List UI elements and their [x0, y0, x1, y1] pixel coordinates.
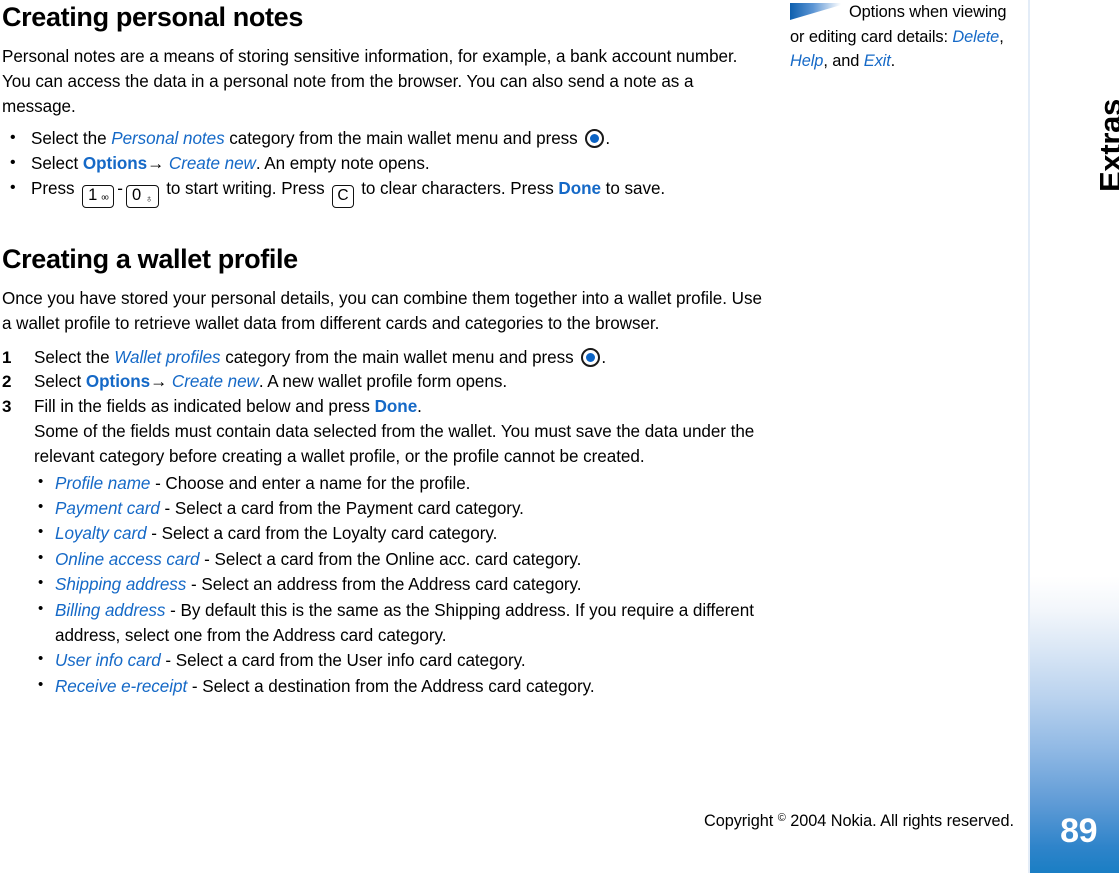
key-digit: 1: [88, 185, 98, 204]
keypad-key-1-icon: 1 ᵒᵒ: [82, 184, 115, 208]
scroll-key-icon: [585, 129, 605, 149]
field-description: - Select a card from the Payment card ca…: [159, 498, 524, 518]
field-description: - Select an address from the Address car…: [186, 575, 582, 595]
arrow-icon: →: [150, 372, 168, 392]
step-number: 2: [2, 372, 12, 392]
wallet-profile-step-list: 1 Select the Wallet profiles category fr…: [2, 346, 764, 700]
keypad-key-0-icon: 0 ♁: [125, 184, 159, 208]
wallet-profile-field-list: Profile name - Choose and enter a name f…: [34, 469, 764, 700]
ui-term-delete: Delete: [952, 27, 1000, 46]
bullet-text-mid: category from the main wallet menu and p…: [224, 129, 583, 149]
edge-tab-bar: Extras 89: [1030, 0, 1119, 873]
margin-note: Options when viewing or editing card det…: [790, 0, 1008, 74]
ui-term-exit: Exit: [863, 52, 891, 70]
ui-term-help: Help: [790, 52, 824, 70]
copyright-symbol: ©: [777, 812, 786, 824]
field-name: Loyalty card: [55, 524, 147, 544]
footer-copyright: Copyright © 2004 Nokia. All rights reser…: [0, 812, 1119, 831]
section-heading-wallet-profile: Creating a wallet profile: [2, 243, 298, 274]
key-range-dash: -: [117, 178, 123, 198]
step-text-end: . A new wallet profile form opens.: [258, 372, 508, 392]
ui-term-personal-notes: Personal notes: [111, 129, 225, 149]
field-description: - Select a card from the User info card …: [160, 651, 526, 671]
margin-note-sep2: , and: [823, 52, 864, 70]
arrow-icon: →: [147, 154, 165, 174]
list-item: Receive e-receipt - Select a destination…: [34, 672, 764, 699]
list-item: Payment card - Select a card from the Pa…: [34, 494, 764, 521]
ui-term-create-new: Create new: [171, 372, 259, 392]
note-wedge-icon: [790, 3, 841, 20]
ui-term-options: Options: [82, 154, 148, 174]
main-content-column: Creating personal notes Personal notes a…: [2, 0, 764, 699]
step-text-end: .: [601, 347, 607, 367]
step-text-lead: Select: [34, 372, 86, 392]
list-item: Select the Personal notes category from …: [2, 126, 764, 152]
step-note-text: Some of the fields must contain data sel…: [34, 421, 755, 466]
list-item: Billing address - By default this is the…: [34, 596, 764, 649]
chapter-tab-label: Extras: [1093, 99, 1119, 192]
step-text-mid: category from the main wallet menu and p…: [220, 347, 579, 367]
bullet-text-lead: Select: [31, 154, 83, 174]
key-symbol: ♁: [145, 192, 153, 205]
field-name: Receive e-receipt: [55, 676, 188, 696]
personal-notes-bullet-list: Select the Personal notes category from …: [2, 126, 764, 208]
step-text-lead: Select the: [34, 347, 115, 367]
bullet-text-end: to save.: [600, 178, 666, 198]
scroll-key-icon: [581, 347, 601, 367]
bullet-text-lead: Press: [31, 178, 80, 198]
field-description: - Select a destination from the Address …: [187, 676, 595, 696]
step-text-end: .: [417, 397, 422, 417]
bullet-text-mid: to start writing. Press: [161, 178, 330, 198]
list-item: User info card - Select a card from the …: [34, 646, 764, 673]
field-description: - Select a card from the Loyalty card ca…: [146, 524, 498, 544]
ui-term-create-new: Create new: [168, 154, 256, 174]
list-item: Profile name - Choose and enter a name f…: [34, 469, 764, 496]
field-name: User info card: [55, 651, 161, 671]
list-item: 1 Select the Wallet profiles category fr…: [2, 346, 764, 371]
intro-paragraph-personal-notes: Personal notes are a means of storing se…: [2, 47, 738, 116]
field-description: - Select a card from the Online acc. car…: [199, 549, 582, 569]
ui-term-done: Done: [374, 397, 418, 417]
list-item: 2 Select Options→ Create new. A new wall…: [2, 370, 764, 395]
bullet-text-mid2: to clear characters. Press: [356, 178, 559, 198]
field-description: - Choose and enter a name for the profil…: [150, 473, 471, 493]
bullet-text-end: .: [605, 129, 611, 149]
list-item: Online access card - Select a card from …: [34, 545, 764, 572]
ui-term-wallet-profiles: Wallet profiles: [114, 347, 221, 367]
margin-note-sep: ,: [999, 27, 1004, 46]
key-digit: 0: [131, 185, 142, 204]
field-name: Online access card: [55, 549, 200, 569]
ui-term-done: Done: [558, 178, 601, 198]
copyright-pre: Copyright: [704, 812, 778, 830]
list-item: Loyalty card - Select a card from the Lo…: [34, 519, 764, 546]
margin-note-end: .: [890, 52, 896, 70]
step-text-lead: Fill in the fields as indicated below an…: [34, 397, 375, 417]
step-number: 3: [2, 397, 12, 417]
field-name: Profile name: [55, 473, 151, 493]
section-heading-personal-notes: Creating personal notes: [2, 2, 304, 32]
step-number: 1: [2, 347, 12, 367]
list-item: Shipping address - Select an address fro…: [34, 570, 764, 597]
ui-term-options: Options: [85, 372, 151, 392]
list-item: Select Options→ Create new. An empty not…: [2, 151, 764, 177]
list-item: 3 Fill in the fields as indicated below …: [2, 395, 764, 699]
field-name: Payment card: [55, 498, 160, 518]
field-name: Billing address: [55, 600, 166, 620]
clear-key-icon: C: [332, 184, 354, 208]
copyright-post: 2004 Nokia. All rights reserved.: [785, 812, 1014, 830]
manual-page: Extras 89 Creating personal notes Person…: [0, 0, 1119, 873]
intro-paragraph-wallet-profile: Once you have stored your personal detai…: [2, 289, 762, 333]
bullet-text-lead: Select the: [31, 129, 112, 149]
list-item: Press 1ᵒᵒ-0♁ to start writing. Press C t…: [2, 176, 764, 208]
field-name: Shipping address: [55, 575, 187, 595]
key-symbol: ᵒᵒ: [101, 192, 109, 205]
bullet-text-end: . An empty note opens.: [255, 154, 430, 174]
